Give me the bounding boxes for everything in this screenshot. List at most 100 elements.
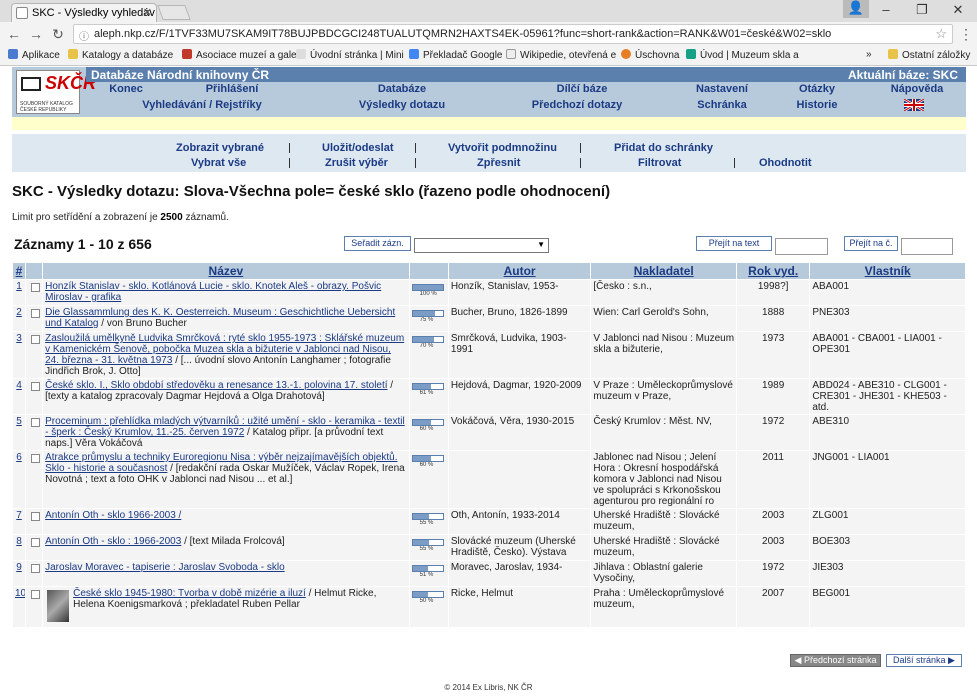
menu-nastaveni[interactable]: Nastavení	[677, 83, 767, 98]
col-title-header[interactable]: Název	[43, 263, 409, 279]
menu-vyhledavani[interactable]: Vyhledávání / Rejstříky	[132, 99, 272, 114]
forward-icon[interactable]: →	[28, 26, 44, 42]
row-number-link[interactable]: 2	[13, 306, 26, 331]
previous-page-button[interactable]: ◀ Předchozí stránka	[790, 654, 881, 667]
page-title: SKC - Výsledky dotazu: Slova-Všechna pol…	[12, 183, 611, 200]
row-checkbox[interactable]	[31, 309, 41, 318]
info-icon[interactable]: ⓘ	[79, 28, 89, 43]
filtrovat-link[interactable]: Filtrovat	[638, 157, 681, 169]
relevance-label: 60 %	[419, 426, 434, 432]
pridat-do-schranky-link[interactable]: Přidat do schránky	[614, 142, 713, 154]
menu-historie[interactable]: Historie	[782, 99, 852, 114]
zrusit-vyber-link[interactable]: Zrušit výběr	[325, 157, 388, 169]
menu-napoveda[interactable]: Nápověda	[872, 83, 962, 98]
row-score-cell: 100 %	[409, 280, 448, 305]
ohodnotit-link[interactable]: Ohodnotit	[759, 157, 812, 169]
vytvorit-podmnozinu-link[interactable]: Vytvořit podmnožinu	[448, 142, 557, 154]
bookmark-mini[interactable]: Úvodní stránka | Mini	[296, 49, 404, 61]
row-checkbox[interactable]	[31, 382, 41, 391]
sort-select[interactable]: ▼	[414, 238, 549, 253]
menu-databaze[interactable]: Databáze	[352, 83, 452, 98]
url-input[interactable]: ⓘ aleph.nkp.cz/F/1TVF33MU7SKAM9IT78BUJPB…	[73, 24, 953, 44]
row-checkbox[interactable]	[31, 512, 41, 521]
cover-thumbnail[interactable]	[47, 590, 70, 622]
row-number-link[interactable]: 6	[13, 451, 26, 508]
col-owner-header[interactable]: Vlastník	[810, 263, 965, 279]
sort-button[interactable]: Seřadit zázn.	[344, 236, 411, 251]
restore-icon[interactable]: ❐	[912, 2, 932, 18]
menu-schranka[interactable]: Schránka	[672, 99, 772, 114]
relevance-label: 55 %	[419, 546, 434, 552]
row-year: 2007	[737, 587, 810, 627]
row-checkbox[interactable]	[31, 335, 41, 344]
row-number-link[interactable]: 10	[13, 587, 26, 627]
separator	[289, 143, 290, 153]
row-number-link[interactable]: 9	[13, 561, 26, 586]
relevance-label: 50 %	[419, 598, 434, 604]
minimize-icon[interactable]: –	[876, 2, 896, 17]
zpresnit-link[interactable]: Zpřesnit	[477, 157, 520, 169]
bookmark-more[interactable]: »	[866, 49, 872, 60]
col-publisher-header[interactable]: Nakladatel	[591, 263, 737, 279]
profile-icon[interactable]: 👤	[843, 0, 869, 18]
table-row: 10 České sklo 1945-1980: Tvorba v době mi…	[13, 587, 965, 627]
row-checkbox[interactable]	[31, 564, 41, 573]
row-number-link[interactable]: 1	[13, 280, 26, 305]
row-title-link[interactable]: České sklo. I., Sklo období středověku a…	[45, 380, 387, 391]
bookmark-uschovna[interactable]: Úschovna	[621, 49, 679, 61]
reload-icon[interactable]: ↻	[50, 26, 66, 43]
bookmark-wikipedia[interactable]: Wikipedie, otevřená e	[506, 49, 616, 61]
row-publisher: Uherské Hradiště : Slovácké muzeum,	[591, 509, 737, 534]
menu-dilci-baze[interactable]: Dílčí báze	[532, 83, 632, 98]
col-year-header[interactable]: Rok vyd.	[737, 263, 810, 279]
zobrazit-vybrane-link[interactable]: Zobrazit vybrané	[176, 142, 264, 154]
row-number-link[interactable]: 3	[13, 332, 26, 378]
row-checkbox[interactable]	[31, 418, 41, 427]
menu-icon[interactable]: ⋮	[958, 26, 974, 43]
row-number-link[interactable]: 4	[13, 379, 26, 414]
menu-otazky[interactable]: Otázky	[782, 83, 852, 98]
row-owner: ABA001 - CBA001 - LIA001 - OPE301	[810, 332, 965, 378]
row-number-link[interactable]: 8	[13, 535, 26, 560]
jump-to-number-button[interactable]: Přejít na č.	[844, 236, 898, 251]
vybrat-vse-link[interactable]: Vybrat vše	[191, 157, 246, 169]
col-author-header[interactable]: Autor	[448, 263, 591, 279]
row-title-cell: Zasloužilá umělkyně Ludvika Smrčková : r…	[43, 332, 409, 378]
bookmark-muzeum-skla[interactable]: Úvod | Muzeum skla a	[686, 49, 799, 61]
row-title-link[interactable]: České sklo 1945-1980: Tvorba v době mizé…	[73, 588, 306, 599]
row-checkbox[interactable]	[31, 454, 41, 463]
close-tab-icon[interactable]: ✕	[143, 6, 152, 19]
row-number-link[interactable]: 7	[13, 509, 26, 534]
jump-number-input[interactable]	[901, 238, 953, 255]
row-number-link[interactable]: 5	[13, 415, 26, 450]
bookmark-other[interactable]: Ostatní záložky	[888, 49, 970, 61]
menu-predchozi-dotazy[interactable]: Předchozí dotazy	[512, 99, 642, 114]
bookmark-folder[interactable]: Katalogy a databáze	[68, 49, 173, 61]
jump-to-text-button[interactable]: Přejít na text	[696, 236, 772, 251]
row-title-link[interactable]: Antonín Oth - sklo : 1966-2003	[45, 536, 181, 547]
close-window-icon[interactable]: ✕	[948, 2, 968, 18]
bookmark-google-translate[interactable]: Překladač Google	[409, 49, 503, 61]
row-checkbox[interactable]	[31, 538, 41, 547]
ulozit-odeslat-link[interactable]: Uložit/odeslat	[322, 142, 394, 154]
new-tab-button[interactable]	[157, 5, 191, 20]
col-num-header[interactable]: #	[13, 263, 26, 279]
row-title-link[interactable]: Antonín Oth - sklo 1966-2003 /	[45, 510, 181, 521]
menu-prihlaseni[interactable]: Přihlášení	[182, 83, 282, 98]
row-title-link[interactable]: Honzík Stanislav - sklo. Kotlánová Lucie…	[45, 281, 381, 303]
next-page-button[interactable]: Další stránka ▶	[886, 654, 962, 667]
row-checkbox[interactable]	[31, 590, 41, 599]
bookmark-apps[interactable]: Aplikace	[8, 49, 60, 61]
jump-text-input[interactable]	[775, 238, 828, 255]
english-flag-icon[interactable]	[904, 99, 924, 111]
row-checkbox[interactable]	[31, 283, 41, 292]
back-icon[interactable]: ←	[6, 26, 22, 42]
menu-vysledky-dotazu[interactable]: Výsledky dotazu	[337, 99, 467, 114]
browser-tab[interactable]: SKC - Výsledky vyhledáv ✕	[11, 3, 157, 22]
row-title-link[interactable]: Jaroslav Moravec - tapiserie : Jaroslav …	[45, 562, 285, 573]
relevance-label: 60 %	[419, 462, 434, 468]
skcr-logo[interactable]: SKČR SOUBORNÝ KATALOG ČESKÉ REPUBLIKY	[16, 70, 96, 114]
star-icon[interactable]: ☆	[935, 26, 947, 42]
menu-konec[interactable]: Konec	[94, 83, 158, 98]
bookmark-amg[interactable]: Asociace muzeí a gale	[182, 49, 297, 61]
